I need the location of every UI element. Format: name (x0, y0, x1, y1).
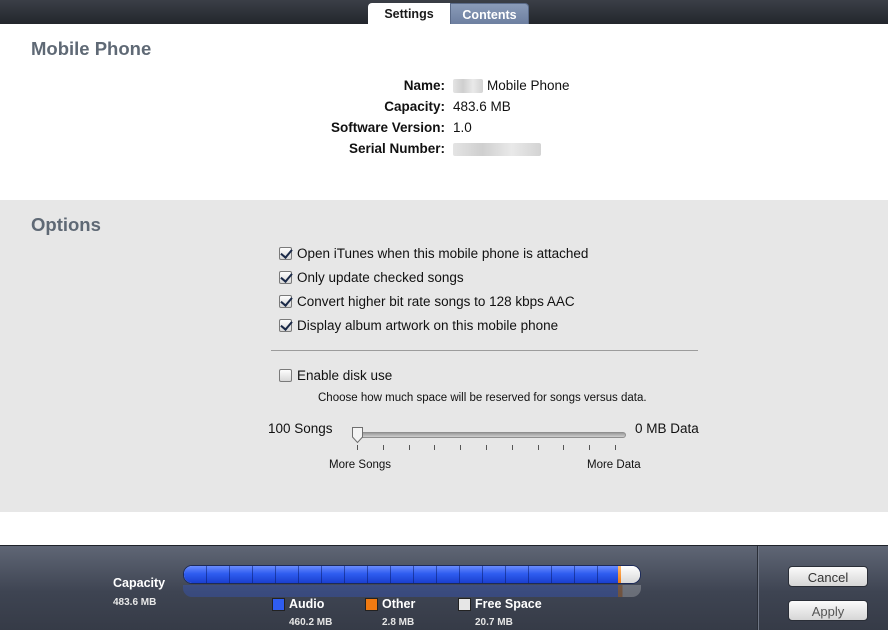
capacity-segment-divider (413, 566, 414, 583)
checkbox-update-checked[interactable] (279, 270, 292, 284)
apply-button[interactable]: Apply (788, 600, 868, 621)
legend-free-value: 20.7 MB (475, 617, 513, 628)
legend-audio-swatch (272, 597, 285, 611)
slider-tick (460, 445, 462, 450)
device-heading: Mobile Phone (31, 38, 152, 59)
info-row-name: Name: Mobile Phone (0, 78, 888, 96)
legend-free: Free Space (458, 597, 542, 611)
capacity-segment-divider (344, 566, 345, 583)
legend-other: Other (365, 597, 415, 611)
info-row-software: Software Version: 1.0 (0, 120, 888, 138)
checkbox-convert-bitrate[interactable] (279, 294, 292, 308)
slider-tick (589, 445, 591, 450)
capacity-segment-divider (206, 566, 207, 583)
capacity-segment-divider (252, 566, 253, 583)
tab-settings[interactable]: Settings (368, 3, 450, 24)
slider-tick (408, 445, 410, 450)
option-update-checked-label: Only update checked songs (297, 269, 464, 285)
capacity-segment-divider (275, 566, 276, 583)
view-tabs: Settings Contents (368, 3, 529, 24)
option-open-itunes[interactable]: Open iTunes when this mobile phone is at… (279, 244, 588, 262)
bottom-bar-separator (757, 546, 758, 630)
option-enable-disk-use[interactable]: Enable disk use (279, 366, 392, 384)
slider-tick (537, 445, 539, 450)
slider-thumb[interactable] (351, 426, 364, 444)
slider-tick (511, 445, 513, 450)
option-convert-bitrate-label: Convert higher bit rate songs to 128 kbp… (297, 293, 575, 309)
capacity-meter (183, 565, 641, 584)
legend-audio-value: 460.2 MB (289, 617, 333, 628)
redacted-serial-block (453, 142, 541, 156)
slider-tick (357, 445, 358, 450)
capacity-segment-divider (298, 566, 299, 583)
legend-audio-label: Audio (289, 597, 325, 611)
capacity-segment-divider (551, 566, 552, 583)
option-convert-bitrate[interactable]: Convert higher bit rate songs to 128 kbp… (279, 292, 575, 310)
capacity-segment-divider (528, 566, 529, 583)
option-enable-disk-use-label: Enable disk use (297, 367, 393, 383)
slider-tick (382, 445, 384, 450)
capacity-segment-divider (390, 566, 391, 583)
capacity-bottom-bar: Capacity 483.6 MB Audio 460.2 MB Other 2… (0, 545, 888, 630)
capacity-total: 483.6 MB (113, 597, 157, 608)
capacity-segment-free (620, 566, 640, 583)
capacity-meter-reflection (183, 585, 641, 597)
capacity-label: Capacity: (384, 99, 445, 114)
name-label: Name: (403, 78, 445, 93)
checkbox-enable-disk-use[interactable] (279, 368, 292, 382)
legend-free-label: Free Space (475, 597, 542, 611)
option-album-artwork-label: Display album artwork on this mobile pho… (297, 317, 559, 333)
disk-use-caption: Choose how much space will be reserved f… (318, 392, 647, 404)
slider-tick (486, 445, 487, 450)
legend-other-label: Other (382, 597, 416, 611)
slider-tick (563, 445, 565, 450)
serial-number-label: Serial Number: (348, 141, 445, 156)
legend-other-swatch (365, 597, 378, 611)
options-heading: Options (31, 214, 101, 235)
capacity-title: Capacity (113, 576, 166, 590)
capacity-segment-divider (574, 566, 575, 583)
slider-data-label: 0 MB Data (635, 421, 699, 436)
capacity-segment-divider (367, 566, 368, 583)
slider-min-caption: More Songs (329, 459, 392, 471)
slider-max-caption: More Data (587, 459, 641, 471)
capacity-segment-divider (597, 566, 598, 583)
redacted-name-block (453, 79, 483, 94)
software-version-label: Software Version: (330, 120, 445, 135)
option-open-itunes-label: Open iTunes when this mobile phone is at… (297, 245, 589, 261)
checkbox-open-itunes[interactable] (279, 246, 292, 260)
capacity-segment-divider (482, 566, 483, 583)
songs-data-slider-track[interactable] (354, 432, 626, 438)
options-divider (271, 350, 698, 351)
capacity-value: 483.6 MB (453, 99, 511, 114)
info-row-serial: Serial Number: (0, 141, 888, 159)
legend-audio: Audio (272, 597, 324, 611)
checkbox-album-artwork[interactable] (279, 318, 292, 332)
capacity-segment-divider (436, 566, 437, 583)
slider-songs-label: 100 Songs (268, 421, 333, 436)
capacity-segment-divider (321, 566, 322, 583)
cancel-button[interactable]: Cancel (788, 566, 868, 587)
info-row-capacity: Capacity: 483.6 MB (0, 99, 888, 117)
capacity-segment-divider (459, 566, 460, 583)
top-tab-bar: Settings Contents (0, 0, 888, 24)
capacity-segment-divider (505, 566, 506, 583)
serial-number-value (453, 141, 541, 156)
capacity-segment-audio (184, 566, 618, 583)
option-update-checked[interactable]: Only update checked songs (279, 268, 464, 286)
option-album-artwork[interactable]: Display album artwork on this mobile pho… (279, 316, 558, 334)
software-version-value: 1.0 (453, 120, 472, 135)
slider-tick (434, 445, 436, 450)
name-value-text: Mobile Phone (487, 78, 570, 93)
capacity-segment-divider (229, 566, 230, 583)
slider-tick (615, 445, 616, 450)
legend-free-swatch (458, 597, 471, 611)
legend-other-value: 2.8 MB (382, 617, 415, 628)
name-value: Mobile Phone (453, 78, 570, 94)
tab-contents[interactable]: Contents (450, 3, 529, 24)
